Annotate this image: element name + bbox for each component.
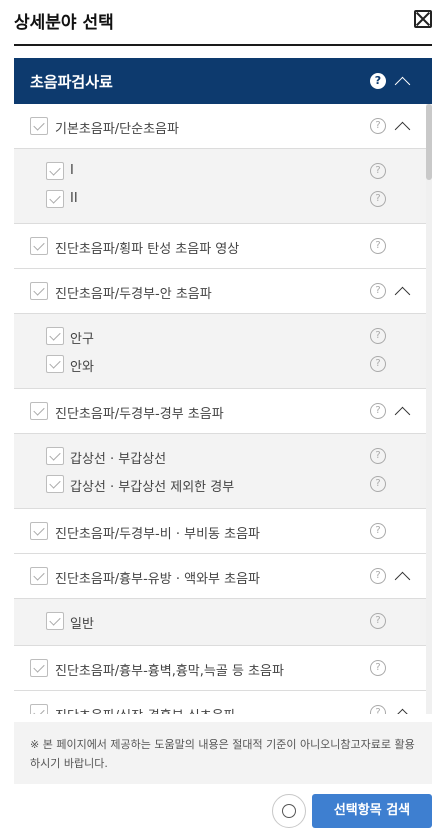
category-row[interactable]: 진단초음파/흉부-유방 · 액와부 초음파? [14,554,432,599]
chevron-up-icon[interactable] [394,708,411,714]
help-icon[interactable]: ? [370,568,386,584]
category-label: 진단초음파/횡파 탄성 초음파 영상 [55,242,240,257]
notice-text: ※ 본 페이지에서 제공하는 도움말의 내용은 절대적 기준이 아니오니참고자료… [14,722,432,784]
checkbox[interactable] [30,282,48,300]
checkbox[interactable] [46,327,64,345]
category-row[interactable]: 기본초음파/단순초음파? [14,104,432,149]
section-title: 초음파검사료 [30,73,113,91]
subcategory-row[interactable]: 안구? [14,323,432,351]
checkbox[interactable] [30,402,48,420]
checkbox[interactable] [30,567,48,585]
subcategory-row[interactable]: 갑상선 · 부갑상선 제외한 경부? [14,471,432,499]
refresh-button[interactable] [272,794,306,828]
category-row[interactable]: 진단초음파/두경부-안 초음파? [14,269,432,314]
checkbox[interactable] [46,475,64,493]
help-icon[interactable]: ? [370,163,386,179]
scrollbar[interactable] [426,104,432,714]
checkbox[interactable] [30,522,48,540]
category-label: 진단초음파/두경부-안 초음파 [55,287,212,302]
chevron-up-icon[interactable] [394,76,411,93]
dialog-header: 상세분야 선택 [14,0,432,46]
chevron-up-icon[interactable] [394,406,411,423]
subcategory-list: 일반? [14,599,432,646]
subcategory-label: 갑상선 · 부갑상선 [70,452,167,467]
subcategory-label: I [70,163,74,178]
subcategory-label: 안구 [70,332,94,347]
subcategory-row[interactable]: 안와? [14,351,432,379]
refresh-icon-arc [282,804,296,818]
category-label: 진단초음파/심장-경흉부 심초음파 [55,705,236,714]
chevron-up-icon[interactable] [394,286,411,303]
checkbox[interactable] [30,117,48,135]
close-icon[interactable] [414,10,432,28]
category-label: 진단초음파/흉부-유방 · 액와부 초음파 [55,572,261,587]
category-list-panel: 초음파검사료 ? 기본초음파/단순초음파? I? II? 진단초음파/횡파 탄성 초음… [14,58,432,714]
checkbox[interactable] [30,659,48,677]
help-icon[interactable]: ? [370,476,386,492]
subcategory-row[interactable]: 갑상선 · 부갑상선? [14,443,432,471]
search-selected-button[interactable]: 선택항목 검색 [312,794,432,828]
checkbox[interactable] [46,447,64,465]
help-icon[interactable]: ? [370,448,386,464]
help-icon[interactable]: ? [370,191,386,207]
chevron-up-icon[interactable] [394,121,411,138]
section-header[interactable]: 초음파검사료 ? [14,58,432,104]
help-icon[interactable]: ? [370,238,386,254]
checkbox[interactable] [46,162,64,180]
checkbox[interactable] [46,355,64,373]
help-icon[interactable]: ? [370,118,386,134]
subcategory-label: 갑상선 · 부갑상선 제외한 경부 [70,480,235,495]
subcategory-row[interactable]: II? [14,186,432,214]
subcategory-list: 갑상선 · 부갑상선? 갑상선 · 부갑상선 제외한 경부? [14,434,432,509]
help-icon[interactable]: ? [370,328,386,344]
checkbox[interactable] [46,190,64,208]
category-list: 기본초음파/단순초음파? I? II? 진단초음파/횡파 탄성 초음파 영상? 진단초음… [14,104,432,714]
help-icon[interactable]: ? [370,356,386,372]
category-label: 진단초음파/두경부-비 · 부비동 초음파 [55,527,261,542]
scrollbar-thumb[interactable] [426,104,432,180]
help-icon[interactable]: ? [370,403,386,419]
category-row[interactable]: 진단초음파/두경부-비 · 부비동 초음파? [14,509,432,554]
subcategory-list: I? II? [14,149,432,224]
category-row[interactable]: 진단초음파/횡파 탄성 초음파 영상? [14,224,432,269]
dialog-title: 상세분야 선택 [14,13,114,33]
category-row[interactable]: 진단초음파/심장-경흉부 심초음파? [14,691,432,714]
checkbox[interactable] [30,704,48,714]
help-icon[interactable]: ? [370,73,386,89]
help-icon[interactable]: ? [370,660,386,676]
help-icon[interactable]: ? [370,283,386,299]
checkbox[interactable] [46,612,64,630]
subcategory-label: II [70,191,78,206]
category-row[interactable]: 진단초음파/두경부-경부 초음파? [14,389,432,434]
subcategory-label: 안와 [70,360,94,375]
category-label: 진단초음파/흉부-흉벽,흉막,늑골 등 초음파 [55,664,284,679]
subcategory-label: 일반 [70,617,94,632]
subcategory-row[interactable]: 일반? [14,608,432,636]
help-icon[interactable]: ? [370,613,386,629]
chevron-up-icon[interactable] [394,571,411,588]
help-icon[interactable]: ? [370,705,386,714]
subcategory-list: 안구? 안와? [14,314,432,389]
category-label: 기본초음파/단순초음파 [55,122,179,137]
category-row[interactable]: 진단초음파/흉부-흉벽,흉막,늑골 등 초음파? [14,646,432,691]
subcategory-row[interactable]: I? [14,158,432,186]
checkbox[interactable] [30,237,48,255]
category-label: 진단초음파/두경부-경부 초음파 [55,407,224,422]
help-icon[interactable]: ? [370,523,386,539]
